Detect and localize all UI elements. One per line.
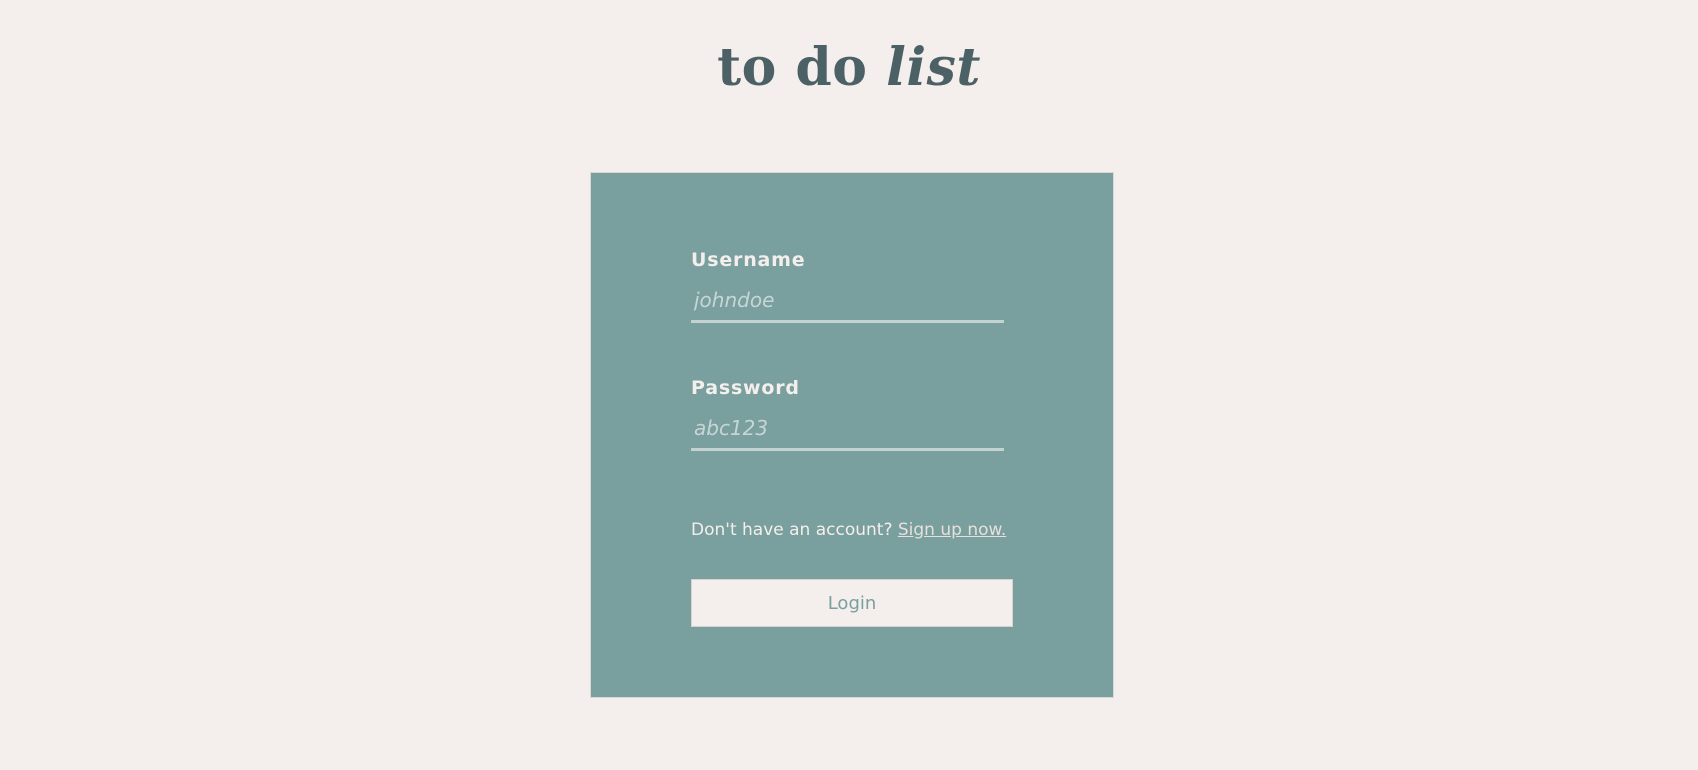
signup-prompt-row: Don't have an account? Sign up now. [691,520,1006,540]
title-plain: to do [717,37,868,98]
title-emphasis: list [886,37,981,98]
username-label: Username [691,249,806,271]
signup-prompt: Don't have an account? [691,520,893,540]
login-card: Username Password Don't have an account?… [591,173,1113,697]
username-input[interactable] [691,279,1004,323]
page-title: to do list [0,30,1698,106]
login-button[interactable]: Login [691,579,1013,627]
signup-link[interactable]: Sign up now. [898,520,1006,540]
password-label: Password [691,377,800,399]
password-input[interactable] [691,407,1004,451]
